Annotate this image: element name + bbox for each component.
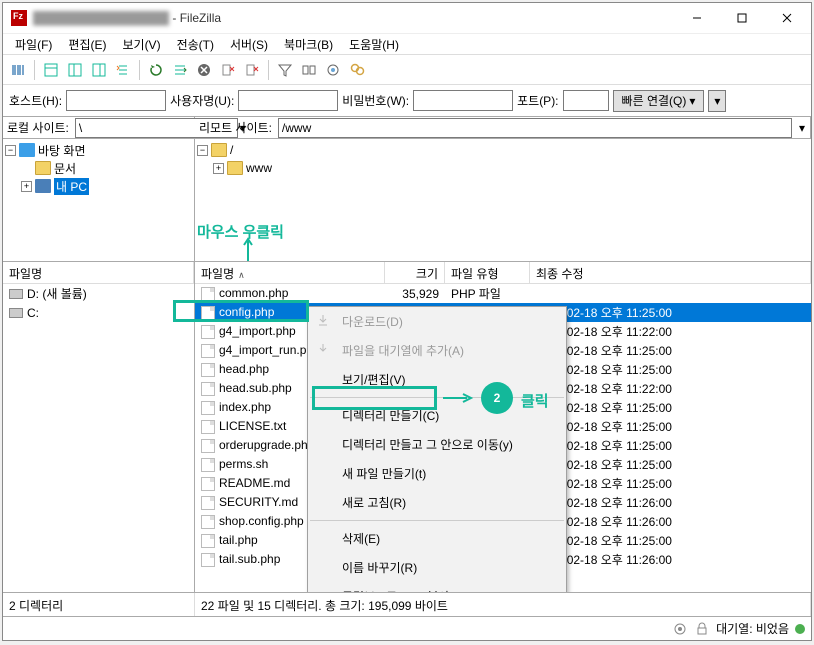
cm-copy-url[interactable]: 클립보드로 URL 복사(o) bbox=[308, 582, 566, 592]
cm-mkdir-enter[interactable]: 디렉터리 만들고 그 안으로 이동(y) bbox=[308, 430, 566, 459]
local-tree[interactable]: −바탕 화면 문서 +내 PC bbox=[3, 139, 195, 261]
remote-path-dropdown[interactable]: ▾ bbox=[794, 121, 810, 135]
cm-add-queue: 파일을 대기열에 추가(A) bbox=[308, 336, 566, 365]
file-row[interactable]: common.php35,929PHP 파일 bbox=[195, 284, 811, 303]
user-label: 사용자명(U): bbox=[170, 92, 234, 109]
toggle-local-tree-button[interactable] bbox=[64, 59, 86, 81]
annotation-text-1: 마우스 우클릭 bbox=[197, 221, 284, 242]
menu-transfer[interactable]: 전송(T) bbox=[169, 34, 222, 55]
status-dot-icon bbox=[795, 624, 805, 634]
disconnect-button[interactable] bbox=[217, 59, 239, 81]
site-manager-button[interactable] bbox=[7, 59, 29, 81]
context-menu: 다운로드(D) 파일을 대기열에 추가(A) 보기/편집(V) 디렉터리 만들기… bbox=[307, 306, 567, 592]
menu-help[interactable]: 도움말(H) bbox=[341, 34, 407, 55]
quickconnect-history-button[interactable]: ▾ bbox=[708, 90, 726, 112]
cm-rename[interactable]: 이름 바꾸기(R) bbox=[308, 553, 566, 582]
quickconnect-bar: 호스트(H): 사용자명(U): 비밀번호(W): 포트(P): 빠른 연결(Q… bbox=[3, 84, 811, 116]
drive-d[interactable]: D: (새 볼륨) bbox=[3, 284, 194, 303]
pass-input[interactable] bbox=[413, 90, 513, 111]
process-queue-button[interactable] bbox=[169, 59, 191, 81]
settings-icon[interactable] bbox=[672, 621, 688, 637]
annotation-text-2: 클릭 bbox=[521, 390, 549, 411]
remote-tree[interactable]: −/ +www 1 마우스 우클릭 bbox=[195, 139, 811, 261]
port-label: 포트(P): bbox=[517, 92, 558, 109]
cm-delete[interactable]: 삭제(E) bbox=[308, 524, 566, 553]
local-col-name[interactable]: 파일명 bbox=[3, 262, 194, 283]
sync-browse-button[interactable] bbox=[322, 59, 344, 81]
close-button[interactable] bbox=[764, 4, 809, 32]
local-status: 2 디렉터리 bbox=[3, 593, 195, 616]
local-file-list[interactable]: 파일명 D: (새 볼륨) C: bbox=[3, 262, 195, 592]
app-icon bbox=[11, 10, 27, 26]
remote-col-modified[interactable]: 최종 수정 bbox=[530, 262, 811, 283]
remote-col-size[interactable]: 크기 bbox=[385, 262, 445, 283]
cancel-button[interactable] bbox=[193, 59, 215, 81]
remote-file-list[interactable]: 파일명∧ 크기 파일 유형 최종 수정 common.php35,929PHP … bbox=[195, 262, 811, 592]
lock-icon[interactable] bbox=[694, 621, 710, 637]
cm-refresh[interactable]: 새로 고침(R) bbox=[308, 488, 566, 517]
arrow-icon bbox=[443, 392, 473, 404]
remote-site-label: 리모트 사이트: bbox=[195, 119, 276, 136]
toggle-queue-button[interactable] bbox=[112, 59, 134, 81]
menu-bookmarks[interactable]: 북마크(B) bbox=[276, 34, 341, 55]
tree-item-pc[interactable]: +내 PC bbox=[5, 177, 192, 195]
cm-newfile[interactable]: 새 파일 만들기(t) bbox=[308, 459, 566, 488]
tree-item-www[interactable]: +www bbox=[197, 159, 809, 177]
local-site-label: 로컬 사이트: bbox=[3, 119, 73, 136]
queue-status: 대기열: 비었음 bbox=[716, 620, 789, 637]
tree-item-desktop[interactable]: −바탕 화면 bbox=[5, 141, 192, 159]
toggle-remote-tree-button[interactable] bbox=[88, 59, 110, 81]
host-input[interactable] bbox=[66, 90, 166, 111]
compare-button[interactable] bbox=[298, 59, 320, 81]
menu-bar: 파일(F) 편집(E) 보기(V) 전송(T) 서버(S) 북마크(B) 도움말… bbox=[3, 33, 811, 54]
minimize-button[interactable] bbox=[674, 4, 719, 32]
search-button[interactable] bbox=[346, 59, 368, 81]
cm-download: 다운로드(D) bbox=[308, 307, 566, 336]
toolbar bbox=[3, 54, 811, 84]
menu-server[interactable]: 서버(S) bbox=[222, 34, 276, 55]
tree-item-documents[interactable]: 문서 bbox=[5, 159, 192, 177]
quickconnect-button[interactable]: 빠른 연결(Q) ▾ bbox=[613, 90, 705, 112]
remote-col-name[interactable]: 파일명∧ bbox=[195, 262, 385, 283]
remote-status: 22 파일 및 15 디렉터리. 총 크기: 195,099 바이트 bbox=[195, 593, 811, 616]
menu-file[interactable]: 파일(F) bbox=[7, 34, 60, 55]
pass-label: 비밀번호(W): bbox=[342, 92, 409, 109]
remote-path-input[interactable] bbox=[278, 118, 792, 138]
menu-view[interactable]: 보기(V) bbox=[114, 34, 168, 55]
window-title: ████████████████ - FileZilla bbox=[33, 11, 674, 25]
user-input[interactable] bbox=[238, 90, 338, 111]
refresh-button[interactable] bbox=[145, 59, 167, 81]
drive-c[interactable]: C: bbox=[3, 303, 194, 322]
annotation-bubble-2: 2 bbox=[481, 382, 513, 414]
tree-item-root[interactable]: −/ bbox=[197, 141, 809, 159]
remote-col-type[interactable]: 파일 유형 bbox=[445, 262, 530, 283]
reconnect-button[interactable] bbox=[241, 59, 263, 81]
host-label: 호스트(H): bbox=[9, 92, 62, 109]
port-input[interactable] bbox=[563, 90, 609, 111]
menu-edit[interactable]: 편집(E) bbox=[60, 34, 114, 55]
bottom-bar: 대기열: 비었음 bbox=[3, 616, 811, 640]
filter-button[interactable] bbox=[274, 59, 296, 81]
toggle-log-button[interactable] bbox=[40, 59, 62, 81]
maximize-button[interactable] bbox=[719, 4, 764, 32]
